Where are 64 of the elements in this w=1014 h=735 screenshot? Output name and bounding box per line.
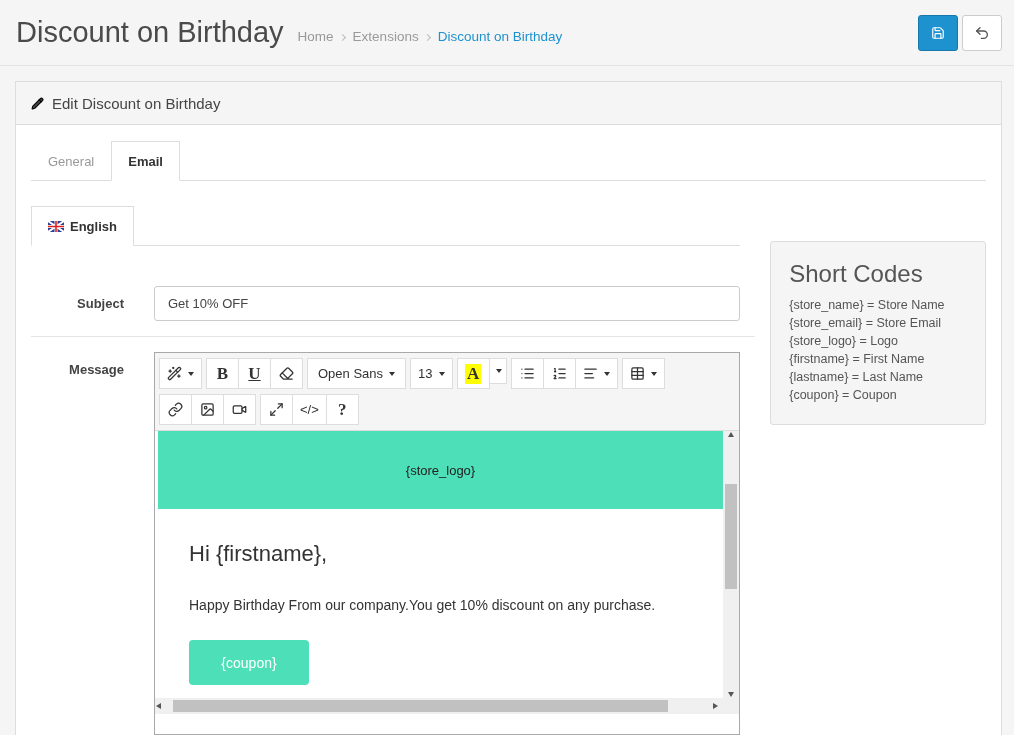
fullscreen-icon [269,402,284,417]
eraser-button[interactable] [270,358,303,389]
table-dropdown[interactable] [621,358,665,389]
style-button[interactable] [159,358,202,389]
scrollbar-thumb[interactable] [725,484,737,589]
video-button[interactable] [223,394,256,425]
page-title: Discount on Birthday [16,16,284,49]
bullet-list-icon [519,366,535,381]
text-color-button[interactable]: A [456,358,490,389]
scroll-down-arrow[interactable] [727,690,735,698]
caret-icon [438,371,445,376]
eraser-icon [279,366,294,381]
short-code-line: {lastname} = Last Name [789,369,924,386]
fullscreen-button[interactable] [260,394,293,425]
undo-icon [974,24,990,41]
table-icon [629,366,645,381]
field-label: Message [68,361,124,377]
picture-icon [200,402,215,417]
underline-button[interactable]: U [238,358,271,389]
help-button[interactable]: ? [325,394,359,425]
panel-title: Edit Discount on Birthday [52,94,221,112]
short-codes-title: Short Codes [789,260,924,288]
vertical-scrollbar[interactable] [723,431,739,698]
font-family-dropdown[interactable]: Open Sans [307,358,407,389]
save-icon [931,25,945,40]
short-code-line: {store_logo} = Logo [789,333,899,350]
caret-icon [603,371,610,376]
caret-icon [650,371,657,376]
subject-input[interactable]: Get 10% OFF [154,286,740,321]
magic-wand-icon [167,366,182,381]
scroll-up-arrow[interactable] [727,431,735,439]
save-button[interactable] [918,14,958,51]
video-icon [232,402,247,417]
numbered-list-icon [551,366,567,381]
short-code-line: {store_name} = Store Name [789,297,946,314]
short-code-line: {coupon} = Coupon [789,387,898,404]
scroll-right-arrow[interactable] [711,702,719,710]
short-code-line: {store_email} = Store Email [789,315,943,332]
caret-icon [389,371,396,376]
tab[interactable]: Email [111,141,180,181]
align-dropdown[interactable] [574,358,618,389]
numbered-list-button[interactable] [542,358,576,389]
scroll-left-arrow[interactable] [155,702,163,710]
caret-icon [188,371,194,376]
email-body-text: Happy Birthday From our company.You get 10% discount on any purchase. [189,597,657,613]
link-button[interactable] [159,394,192,425]
email-header-banner: {store_logo} [158,431,723,509]
flag-icon [48,220,64,232]
field-label: Subject [76,295,124,311]
picture-button[interactable] [191,394,224,425]
link-icon [168,402,183,417]
scrollbar-thumb[interactable] [173,700,668,712]
pencil-icon [31,96,44,110]
caret-icon [496,369,502,373]
language-tab[interactable]: English [31,206,134,246]
bullet-list-button[interactable] [510,358,544,389]
font-size-dropdown[interactable]: 13 [410,358,453,389]
horizontal-scrollbar[interactable] [155,698,739,714]
align-icon [582,366,598,381]
code-view-button[interactable]: </> [292,394,327,425]
email-greeting: Hi {firstname}, [189,541,329,567]
short-code-line: {firstname} = First Name [789,351,926,368]
back-button[interactable] [962,14,1002,51]
bold-button[interactable]: B [206,358,239,389]
